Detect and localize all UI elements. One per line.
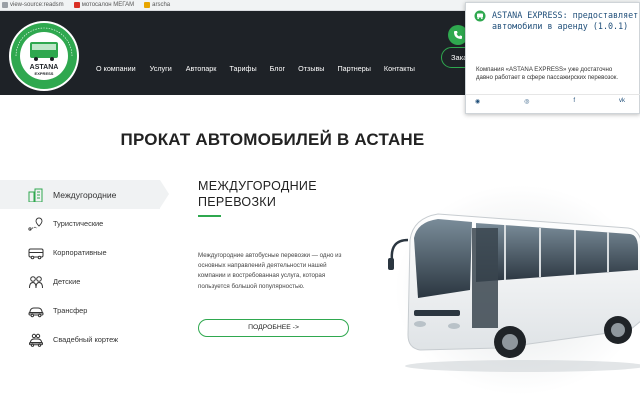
divider (466, 94, 640, 95)
nav-tariffs[interactable]: Тарифы (229, 64, 256, 73)
bookmark-2[interactable]: мотосалон МЕГАМ (73, 2, 135, 8)
section-description: Междугородние автобусные перевозки — одн… (198, 252, 342, 290)
bookmark-label: мотосалон МЕГАМ (81, 2, 135, 8)
nav-partners[interactable]: Партнеры (337, 64, 370, 73)
more-button[interactable]: ПОДРОБНЕЕ -> (198, 319, 349, 337)
bookmark-label: arscha (152, 2, 171, 8)
company-logo[interactable]: ASTANA EXPRESS (8, 20, 80, 92)
bookmark-1[interactable]: view-source:readsm (2, 2, 64, 8)
instagram-icon[interactable]: ◎ (524, 98, 529, 105)
section-title-line1: МЕЖДУГОРОДНИЕ (198, 179, 317, 193)
menu-item-wedding[interactable]: Свадебный кортеж (0, 325, 160, 354)
extension-popup: ASTANA EXPRESS: предоставляет автомобили… (465, 2, 640, 114)
menu-item-children[interactable]: Детские (0, 267, 160, 296)
nav-contacts[interactable]: Контакты (384, 64, 415, 73)
service-menu: Междугородние Туристические Корпоративны… (0, 180, 169, 354)
bus-icon (27, 246, 45, 260)
children-icon (27, 275, 45, 289)
logo-sub: EXPRESS (35, 71, 54, 76)
bookmark-3[interactable]: arscha (144, 2, 170, 8)
main-nav: О компании Услуги Автопарк Тарифы Блог О… (96, 64, 415, 73)
mega-icon (73, 2, 80, 8)
menu-item-label: Туристические (53, 219, 104, 228)
arscha-icon (144, 2, 151, 8)
section-title: МЕЖДУГОРОДНИЕ ПЕРЕВОЗКИ (198, 179, 317, 210)
logo-brand: ASTANA (30, 64, 59, 71)
nav-about[interactable]: О компании (96, 64, 136, 73)
menu-item-label: Междугородние (53, 189, 117, 200)
wedding-car-icon (27, 333, 45, 347)
facebook-icon[interactable]: f (573, 98, 575, 105)
popup-social-links: ◉ ◎ f vk (475, 98, 625, 105)
page-icon (2, 2, 8, 8)
section-underline (198, 215, 221, 217)
globe-icon[interactable]: ◉ (475, 98, 480, 105)
vk-icon[interactable]: vk (619, 98, 625, 105)
phone-icon (454, 31, 462, 39)
page-title: ПРОКАТ АВТОМОБИЛЕЙ В АСТАНЕ (120, 130, 425, 149)
menu-item-label: Трансфер (53, 306, 88, 315)
nav-reviews[interactable]: Отзывы (298, 64, 324, 73)
menu-item-label: Детские (53, 277, 81, 286)
menu-item-label: Свадебный кортеж (53, 335, 119, 344)
nav-fleet[interactable]: Автопарк (186, 64, 217, 73)
popup-header: ASTANA EXPRESS: предоставляет автомобили… (474, 10, 640, 31)
city-icon (27, 188, 45, 202)
popup-description: Компания «ASTANA EXPRESS» уже достаточно… (476, 66, 619, 81)
menu-item-label: Корпоративные (53, 248, 107, 257)
extension-icon (474, 10, 486, 22)
section-title-line2: ПЕРЕВОЗКИ (198, 194, 277, 209)
menu-item-corporate[interactable]: Корпоративные (0, 238, 160, 267)
nav-services[interactable]: Услуги (150, 64, 172, 73)
menu-item-tourist[interactable]: Туристические (0, 209, 160, 238)
route-pin-icon (27, 217, 45, 231)
bookmark-label: view-source:readsm (10, 2, 64, 8)
menu-item-transfer[interactable]: Трансфер (0, 296, 160, 325)
menu-item-intercity[interactable]: Междугородние (0, 180, 169, 209)
car-icon (27, 304, 45, 318)
bus-image (388, 185, 640, 395)
nav-blog[interactable]: Блог (270, 64, 286, 73)
popup-version: (1.0.1) (592, 20, 629, 31)
popup-title: ASTANA EXPRESS: предоставляет автомобили… (492, 10, 640, 31)
